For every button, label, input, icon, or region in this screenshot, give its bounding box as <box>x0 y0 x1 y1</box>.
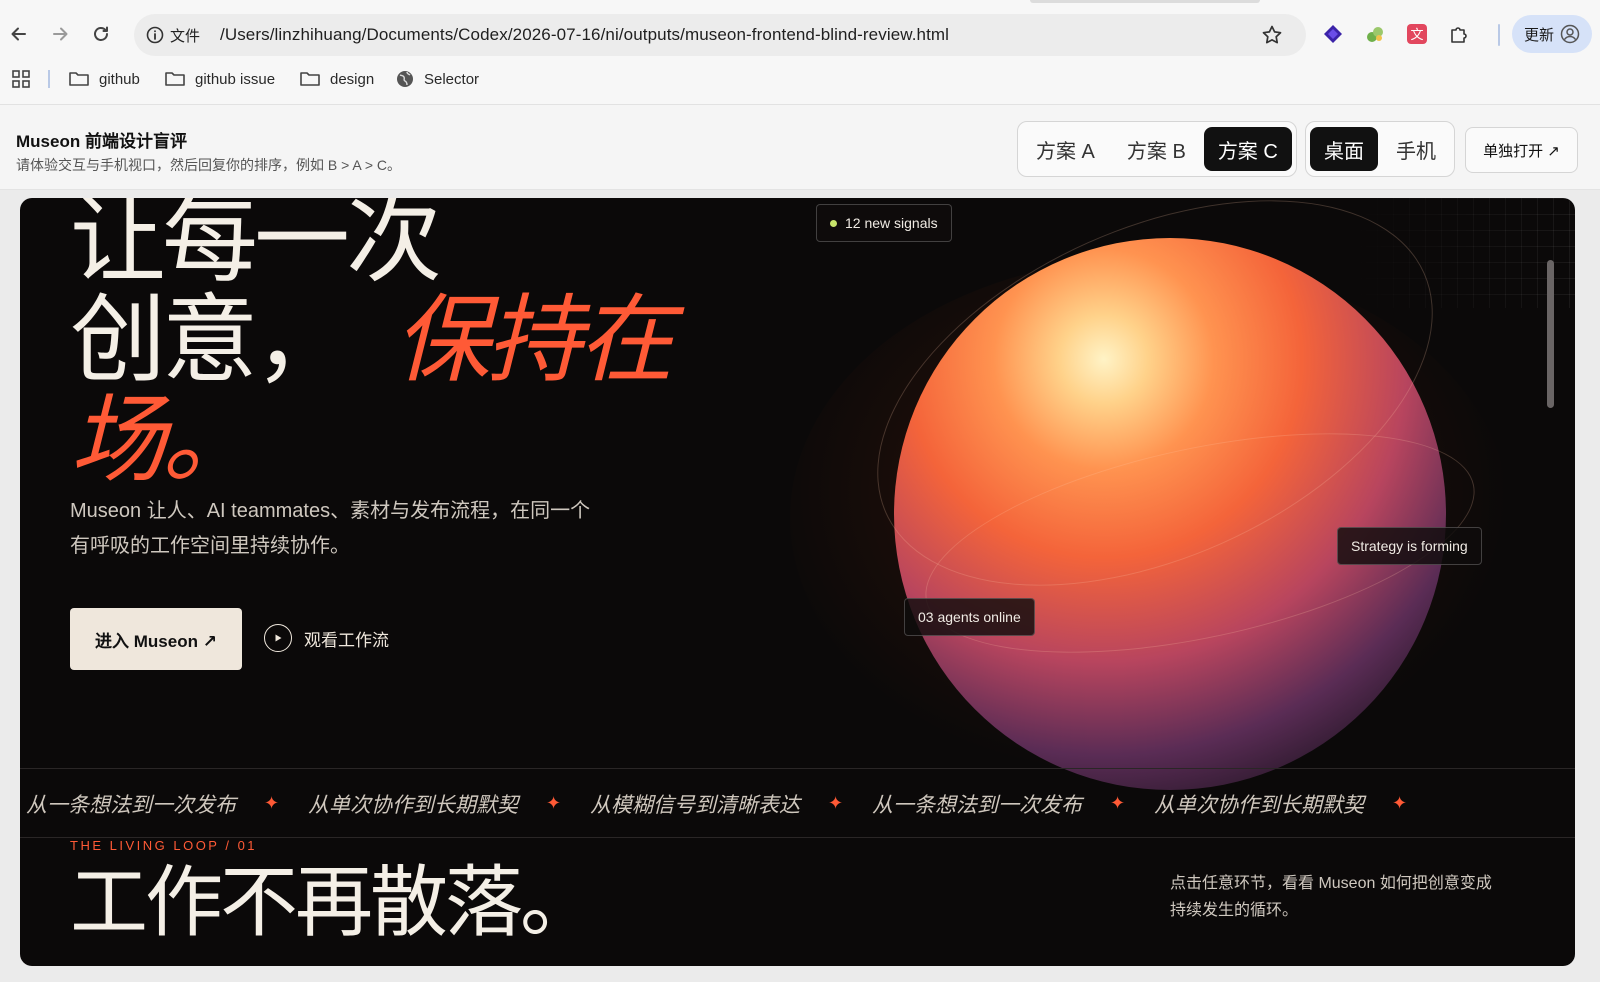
hero-accent-2: 场。 <box>70 384 258 496</box>
site-info-label: 文件 <box>170 27 201 45</box>
signals-chip-label: 12 new signals <box>845 215 938 231</box>
preview-frame: 让每一次 创意， 保持在 场。 Museon 让人、AI teammates、素材… <box>20 198 1575 966</box>
preview-scrollbar[interactable] <box>1547 260 1554 408</box>
folder-icon <box>165 72 185 86</box>
marquee-star-icon: ✦ <box>546 793 562 813</box>
marquee-strip: 从一条想法到一次发布 ✦ 从单次协作到长期默契 ✦ 从模糊信号到清晰表达 ✦ 从… <box>20 768 1575 838</box>
update-button[interactable]: 更新 <box>1512 15 1592 53</box>
strategy-chip-label: Strategy is forming <box>1351 538 1468 554</box>
variant-switcher: 方案 A 方案 B 方案 C <box>1017 121 1297 177</box>
update-label: 更新 <box>1523 26 1554 44</box>
hero-accent-1: 保持在 <box>394 284 674 396</box>
mobile-viewport-button[interactable]: 手机 <box>1382 127 1450 171</box>
variant-b-button[interactable]: 方案 B <box>1113 127 1200 171</box>
open-standalone-button[interactable]: 单独打开 ↗ <box>1465 127 1578 173</box>
bookmark-label: Selector <box>424 70 480 88</box>
marquee-item: 从单次协作到长期默契 <box>1154 793 1364 817</box>
extensions-puzzle-icon[interactable] <box>1446 21 1472 47</box>
browser-chrome: 文件 /Users/linzhihuang/Documents/Codex/20… <box>0 0 1600 104</box>
marquee-star-icon: ✦ <box>264 793 280 813</box>
hero-headline: 让每一次 创意， 保持在 场。 <box>70 198 674 490</box>
signal-dot <box>830 219 837 227</box>
hero-line-1: 让每一次 <box>70 198 442 296</box>
play-icon <box>264 624 292 652</box>
marquee-item: 从单次协作到长期默契 <box>308 793 518 817</box>
bookmark-design[interactable]: design <box>299 66 374 92</box>
puzzle-leaf-extension-icon[interactable] <box>1362 21 1388 47</box>
diamond-extension-icon[interactable] <box>1320 21 1346 47</box>
reload-icon[interactable] <box>88 21 114 47</box>
bookmarks-bar: github github issue design Selector <box>0 64 1600 94</box>
agents-chip: 03 agents online <box>904 598 1035 636</box>
bookmark-label: github <box>99 70 140 88</box>
bookmark-github[interactable]: github <box>68 66 140 92</box>
section-note: 点击任意环节，看看 Museon 如何把创意变成持续发生的循环。 <box>1170 875 1492 919</box>
section-eyebrow: THE LIVING LOOP / 01 <box>70 838 258 853</box>
browser-toolbar: 文件 /Users/linzhihuang/Documents/Codex/20… <box>0 12 1600 58</box>
marquee-item: 从一条想法到一次发布 <box>872 793 1082 817</box>
hero-description: Museon 让人、AI teammates、素材与发布流程，在同一个有呼吸的工… <box>70 500 591 557</box>
hero-line-2: 创意， <box>70 284 350 396</box>
variant-c-button[interactable]: 方案 C <box>1203 127 1292 171</box>
agents-chip-label: 03 agents online <box>918 609 1021 625</box>
bookmarks-divider <box>48 70 50 88</box>
desktop-viewport-button[interactable]: 桌面 <box>1310 127 1378 171</box>
review-header: Museon 前端设计盲评 请体验交互与手机视口，然后回复你的排序，例如 B >… <box>0 104 1600 190</box>
translate-extension-icon[interactable]: 文 <box>1404 21 1430 47</box>
bookmark-label: github issue <box>195 70 276 88</box>
globe-icon <box>397 71 413 87</box>
profile-icon <box>1560 24 1580 44</box>
back-icon[interactable] <box>6 21 32 47</box>
watch-workflow-button[interactable]: 观看工作流 <box>264 622 389 654</box>
folder-icon <box>69 72 89 86</box>
signals-chip: 12 new signals <box>816 204 952 242</box>
bookmark-selector[interactable]: Selector <box>395 66 479 92</box>
site-info-button[interactable]: 文件 <box>146 23 200 47</box>
variant-a-button[interactable]: 方案 A <box>1022 127 1109 171</box>
toolbar-divider <box>1498 24 1500 46</box>
address-bar[interactable]: 文件 /Users/linzhihuang/Documents/Codex/20… <box>134 14 1306 56</box>
viewport-switcher: 桌面 手机 <box>1305 121 1455 177</box>
marquee-star-icon: ✦ <box>828 793 844 813</box>
marquee-star-icon: ✦ <box>1110 793 1126 813</box>
watch-workflow-label: 观看工作流 <box>304 630 389 650</box>
info-icon <box>146 26 164 44</box>
strategy-chip: Strategy is forming <box>1337 527 1482 565</box>
review-subtitle: 请体验交互与手机视口，然后回复你的排序，例如 B > A > C。 <box>16 157 402 173</box>
enter-museon-button[interactable]: 进入 Museon ↗ <box>70 608 242 670</box>
svg-text:文: 文 <box>1410 28 1423 43</box>
bookmark-github-issue[interactable]: github issue <box>164 66 275 92</box>
review-title: Museon 前端设计盲评 <box>16 132 187 151</box>
tab-strip-edge <box>1030 0 1260 3</box>
apps-grid-icon[interactable] <box>11 69 31 89</box>
marquee-star-icon: ✦ <box>1392 793 1408 813</box>
folder-icon <box>300 72 320 86</box>
marquee-item: 从一条想法到一次发布 <box>26 793 236 817</box>
bookmark-label: design <box>330 70 375 88</box>
bookmark-star-icon[interactable] <box>1260 23 1284 47</box>
section-title: 工作不再散落。 <box>70 858 598 948</box>
forward-icon[interactable] <box>47 21 73 47</box>
marquee-item: 从模糊信号到清晰表达 <box>590 793 800 817</box>
url-text[interactable]: /Users/linzhihuang/Documents/Codex/2026-… <box>220 25 949 45</box>
